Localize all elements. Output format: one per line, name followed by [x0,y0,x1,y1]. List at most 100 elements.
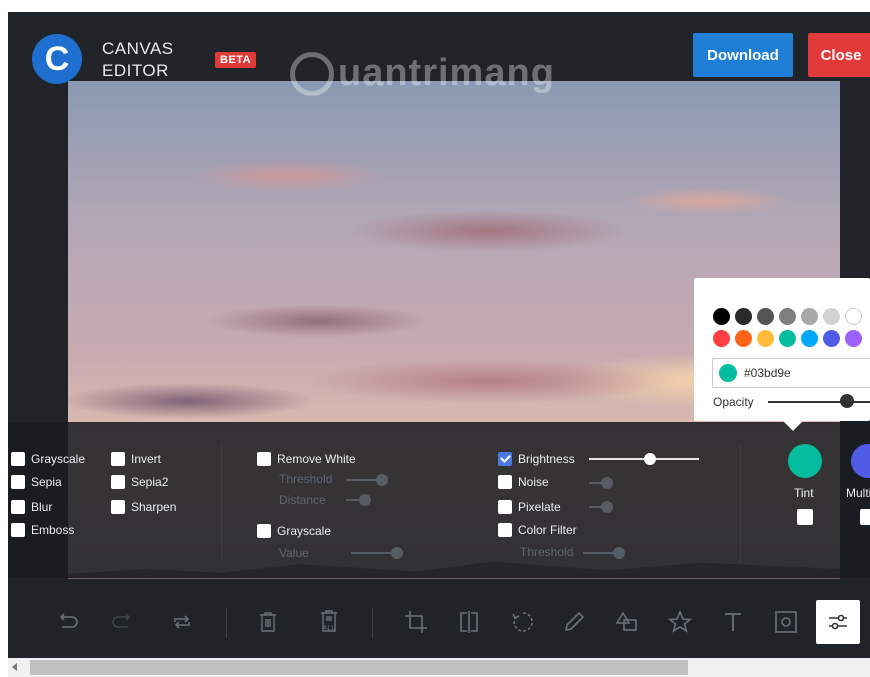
color-swatch[interactable] [713,330,730,347]
filter-label: Grayscale [277,524,332,538]
color-swatch[interactable] [801,308,818,325]
color-filter-threshold-slider[interactable] [583,547,625,559]
checkbox[interactable] [11,475,25,489]
app-logo: C [32,34,82,84]
hex-input[interactable]: #03bd9e [712,358,870,388]
color-swatch[interactable] [801,330,818,347]
horizontal-scrollbar[interactable] [8,658,870,677]
value-label: Value [279,546,309,560]
slider-knob[interactable] [359,494,371,506]
color-swatch[interactable] [845,330,862,347]
toolbar-divider [372,608,373,638]
checkbox[interactable] [498,523,512,537]
filter-label: Brightness [518,452,575,466]
filter-color-filter[interactable]: Color Filter [498,523,577,537]
checkbox[interactable] [11,500,25,514]
filter-sepia[interactable]: Sepia [11,475,62,489]
noise-slider[interactable] [589,477,613,489]
color-swatch[interactable] [779,330,796,347]
checkbox[interactable] [11,452,25,466]
slider-knob[interactable] [391,547,403,559]
filter-label: Blur [31,500,53,514]
color-swatch[interactable] [823,330,840,347]
distance-slider[interactable] [346,494,371,506]
multiply-checkbox[interactable] [860,509,870,525]
filter-brightness[interactable]: Brightness [498,452,575,466]
tint-color-swatch[interactable] [788,444,822,478]
filter-remove-white[interactable]: Remove White [257,452,356,466]
color-swatch[interactable] [845,308,862,325]
slider-knob[interactable] [601,477,613,489]
slider-knob[interactable] [613,547,625,559]
checkbox-checked[interactable] [498,452,512,466]
filter-grayscale-value[interactable]: Grayscale [257,524,331,538]
scroll-left-arrow-icon[interactable] [12,663,17,671]
color-swatch[interactable] [757,308,774,325]
icon-button[interactable] [662,604,698,640]
undo-button[interactable] [49,604,85,640]
rotate-icon [512,612,533,632]
filter-button[interactable] [816,600,860,644]
checkbox[interactable] [257,452,271,466]
filter-label: Emboss [31,523,75,537]
watermark-text: uantrimang [338,52,555,94]
filter-invert[interactable]: Invert [111,452,161,466]
threshold-slider[interactable] [346,474,388,486]
flip-icon [460,611,478,633]
tint-checkbox[interactable] [797,509,813,525]
filter-emboss[interactable]: Emboss [11,523,74,537]
crop-button[interactable] [398,604,434,640]
slider-knob[interactable] [601,501,613,513]
filter-grayscale[interactable]: Grayscale [11,452,85,466]
download-button[interactable]: Download [693,33,793,77]
redo-icon [112,613,131,628]
color-swatch[interactable] [757,330,774,347]
window-top-edge [0,0,870,12]
checkbox[interactable] [257,524,271,538]
filter-noise[interactable]: Noise [498,475,549,489]
filter-blur[interactable]: Blur [11,500,52,514]
filter-pixelate[interactable]: Pixelate [498,500,561,514]
checkbox[interactable] [498,500,512,514]
color-swatch[interactable] [823,308,840,325]
opacity-slider-knob[interactable] [840,394,854,408]
value-slider[interactable] [351,547,403,559]
draw-button[interactable] [556,604,592,640]
delete-all-button[interactable]: ALL [311,604,347,640]
reset-button[interactable] [164,604,200,640]
mask-button[interactable] [768,604,804,640]
color-swatch[interactable] [779,308,796,325]
redo-button[interactable] [105,604,141,640]
color-swatch[interactable] [735,308,752,325]
brightness-slider[interactable] [589,453,699,465]
slider-knob[interactable] [376,474,388,486]
filter-label: Sepia [31,475,62,489]
rotate-button[interactable] [505,604,541,640]
slider-knob[interactable] [644,453,656,465]
shape-button[interactable] [609,604,645,640]
beta-badge: BETA [215,52,257,68]
flip-button[interactable] [451,604,487,640]
scrollbar-thumb[interactable] [30,660,688,675]
delete-button[interactable] [250,604,286,640]
opacity-slider[interactable] [768,401,870,403]
filter-label: Color Filter [518,523,577,537]
color-swatch[interactable] [735,330,752,347]
filter-icon [829,614,847,630]
checkbox[interactable] [498,475,512,489]
close-button[interactable]: Close [808,33,870,77]
checkbox[interactable] [111,475,125,489]
star-icon [667,609,693,633]
filter-label: Invert [131,452,162,466]
filter-sharpen[interactable]: Sharpen [111,500,176,514]
checkbox[interactable] [11,523,25,537]
checkbox[interactable] [111,452,125,466]
filter-label: Remove White [277,452,356,466]
text-button[interactable] [715,604,751,640]
divider [740,444,741,562]
color-swatch[interactable] [713,308,730,325]
pixelate-slider[interactable] [589,501,613,513]
filter-sepia2[interactable]: Sepia2 [111,475,168,489]
hex-value: #03bd9e [744,366,791,380]
checkbox[interactable] [111,500,125,514]
